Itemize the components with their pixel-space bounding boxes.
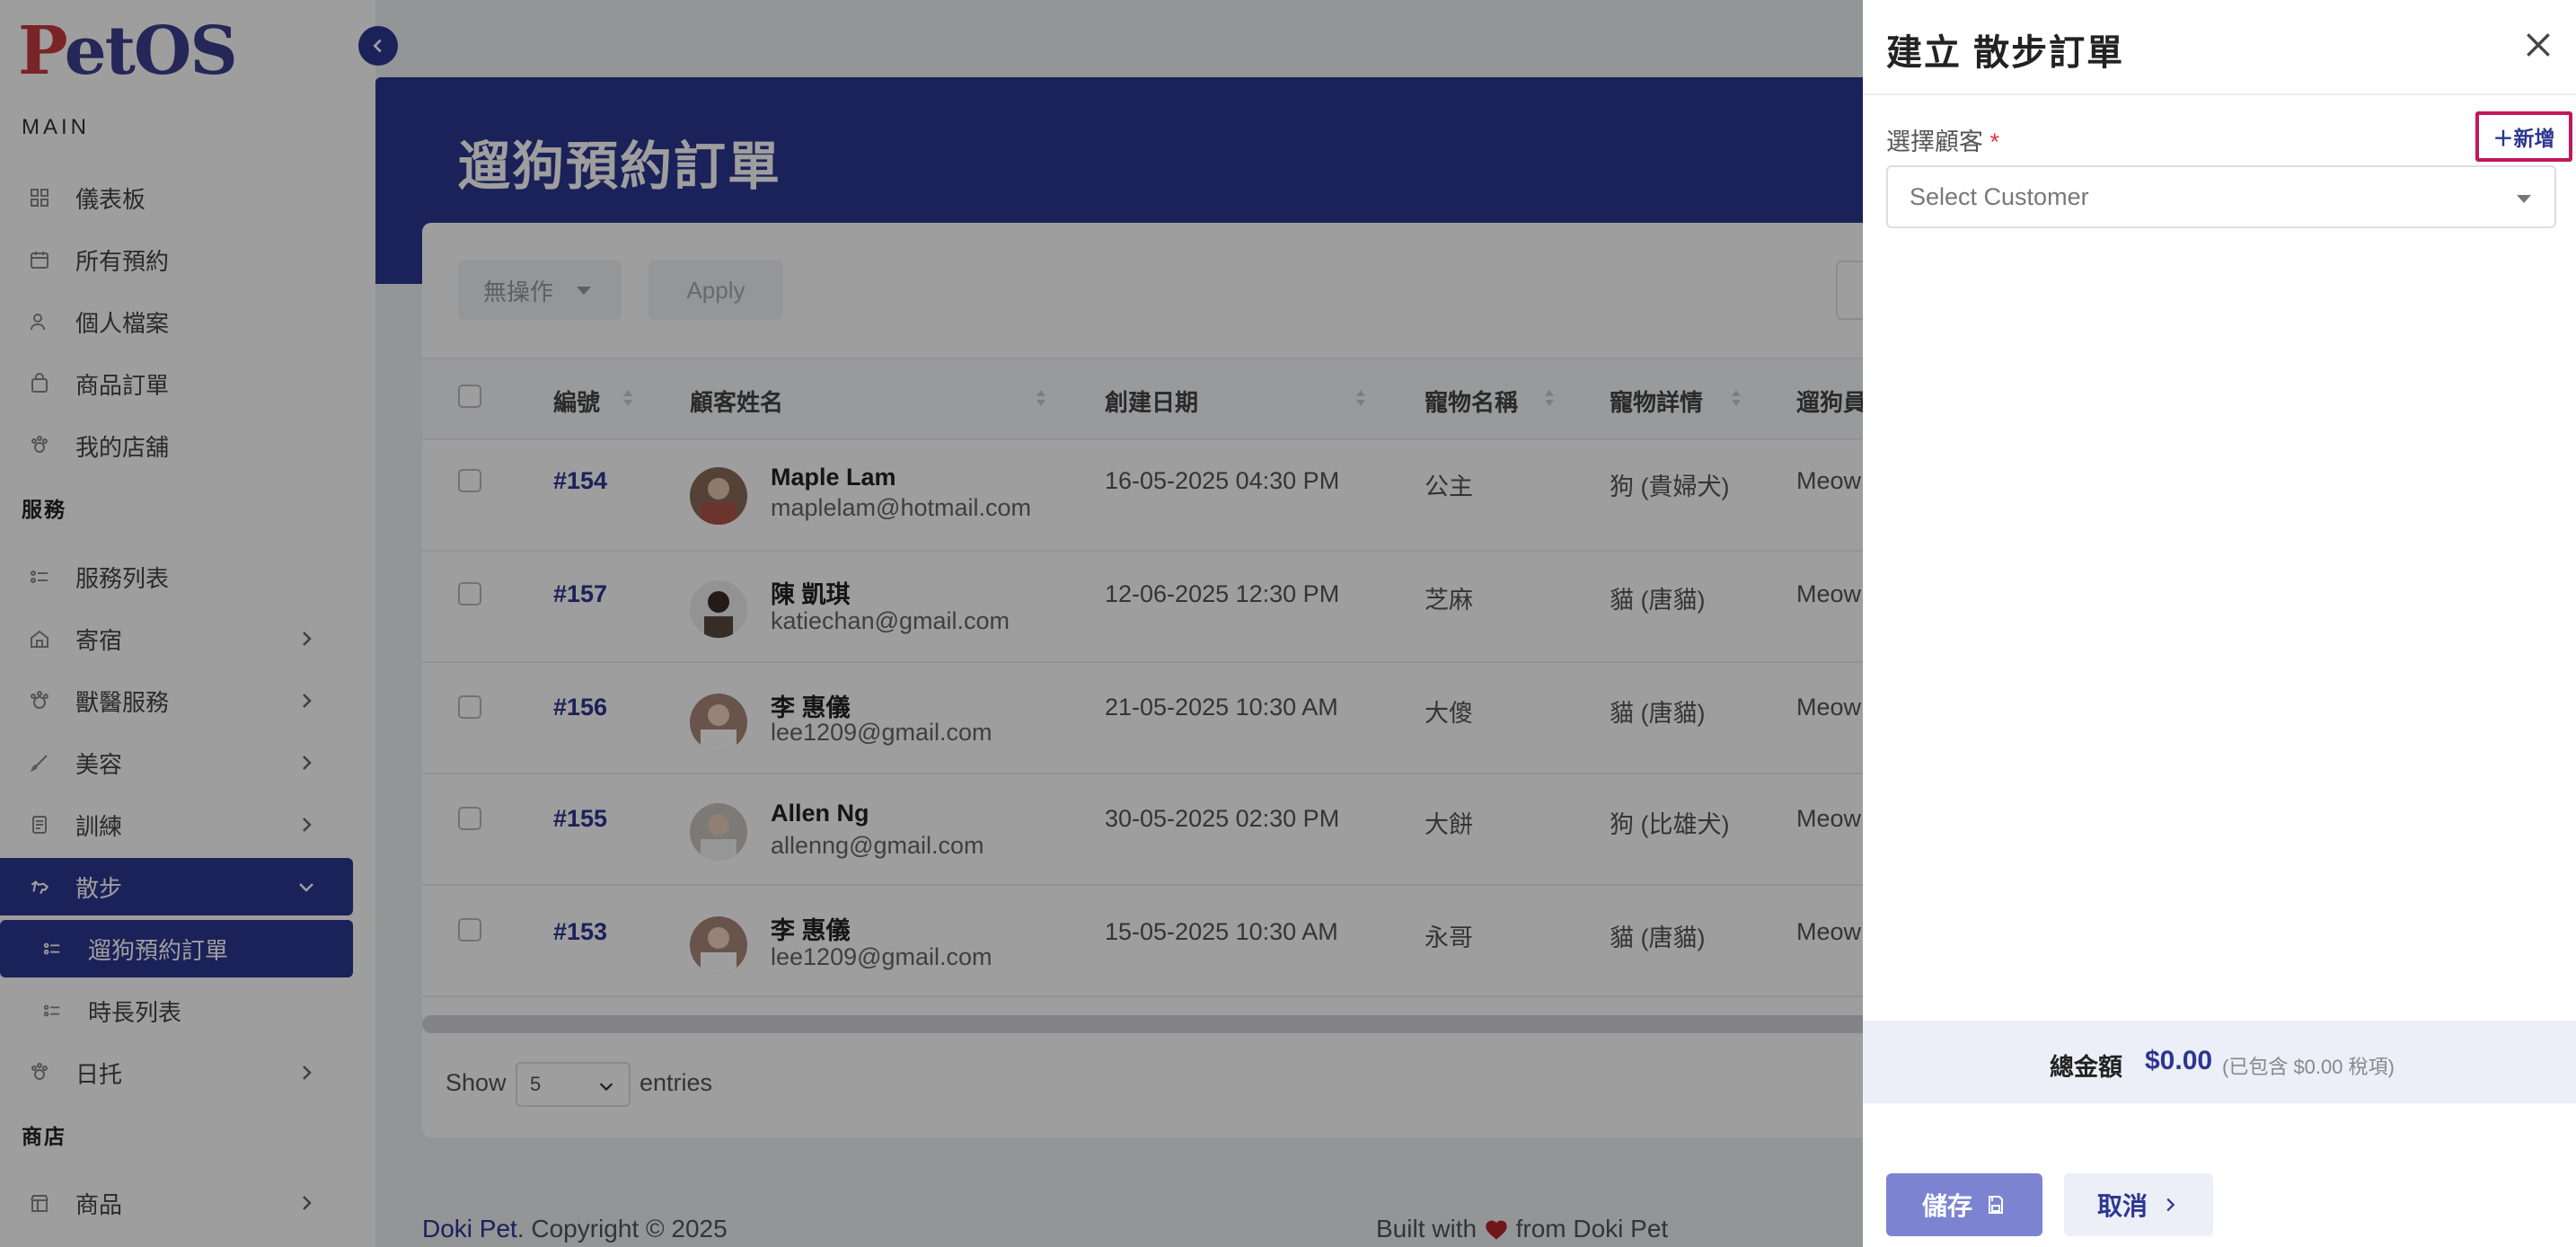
create-walk-order-drawer: 建立 散步訂單 選擇顧客 * ＋新增 Select Customer 總金額 $… bbox=[1863, 0, 2576, 1247]
total-summary-bar bbox=[1863, 1021, 2576, 1103]
chevron-right-icon bbox=[2166, 1198, 2175, 1212]
tax-note: (已包含 $0.00 稅項) bbox=[2222, 1056, 2395, 1078]
close-icon[interactable] bbox=[2520, 27, 2556, 63]
divider bbox=[1863, 93, 2576, 95]
total-amount: $0.00 bbox=[2145, 1046, 2213, 1075]
total-label: 總金額 bbox=[2050, 1054, 2122, 1081]
save-button[interactable]: 儲存 bbox=[1886, 1173, 2042, 1236]
drawer-title: 建立 散步訂單 bbox=[1886, 33, 2125, 73]
customer-select[interactable]: Select Customer bbox=[1886, 165, 2556, 228]
customer-field-label: 選擇顧客 * bbox=[1886, 128, 2000, 155]
add-customer-button[interactable]: ＋新增 bbox=[2475, 111, 2572, 162]
caret-down-icon bbox=[2517, 195, 2531, 203]
modal-backdrop[interactable] bbox=[0, 0, 1863, 1247]
save-icon bbox=[1989, 1196, 2003, 1214]
cancel-button[interactable]: 取消 bbox=[2064, 1173, 2213, 1236]
